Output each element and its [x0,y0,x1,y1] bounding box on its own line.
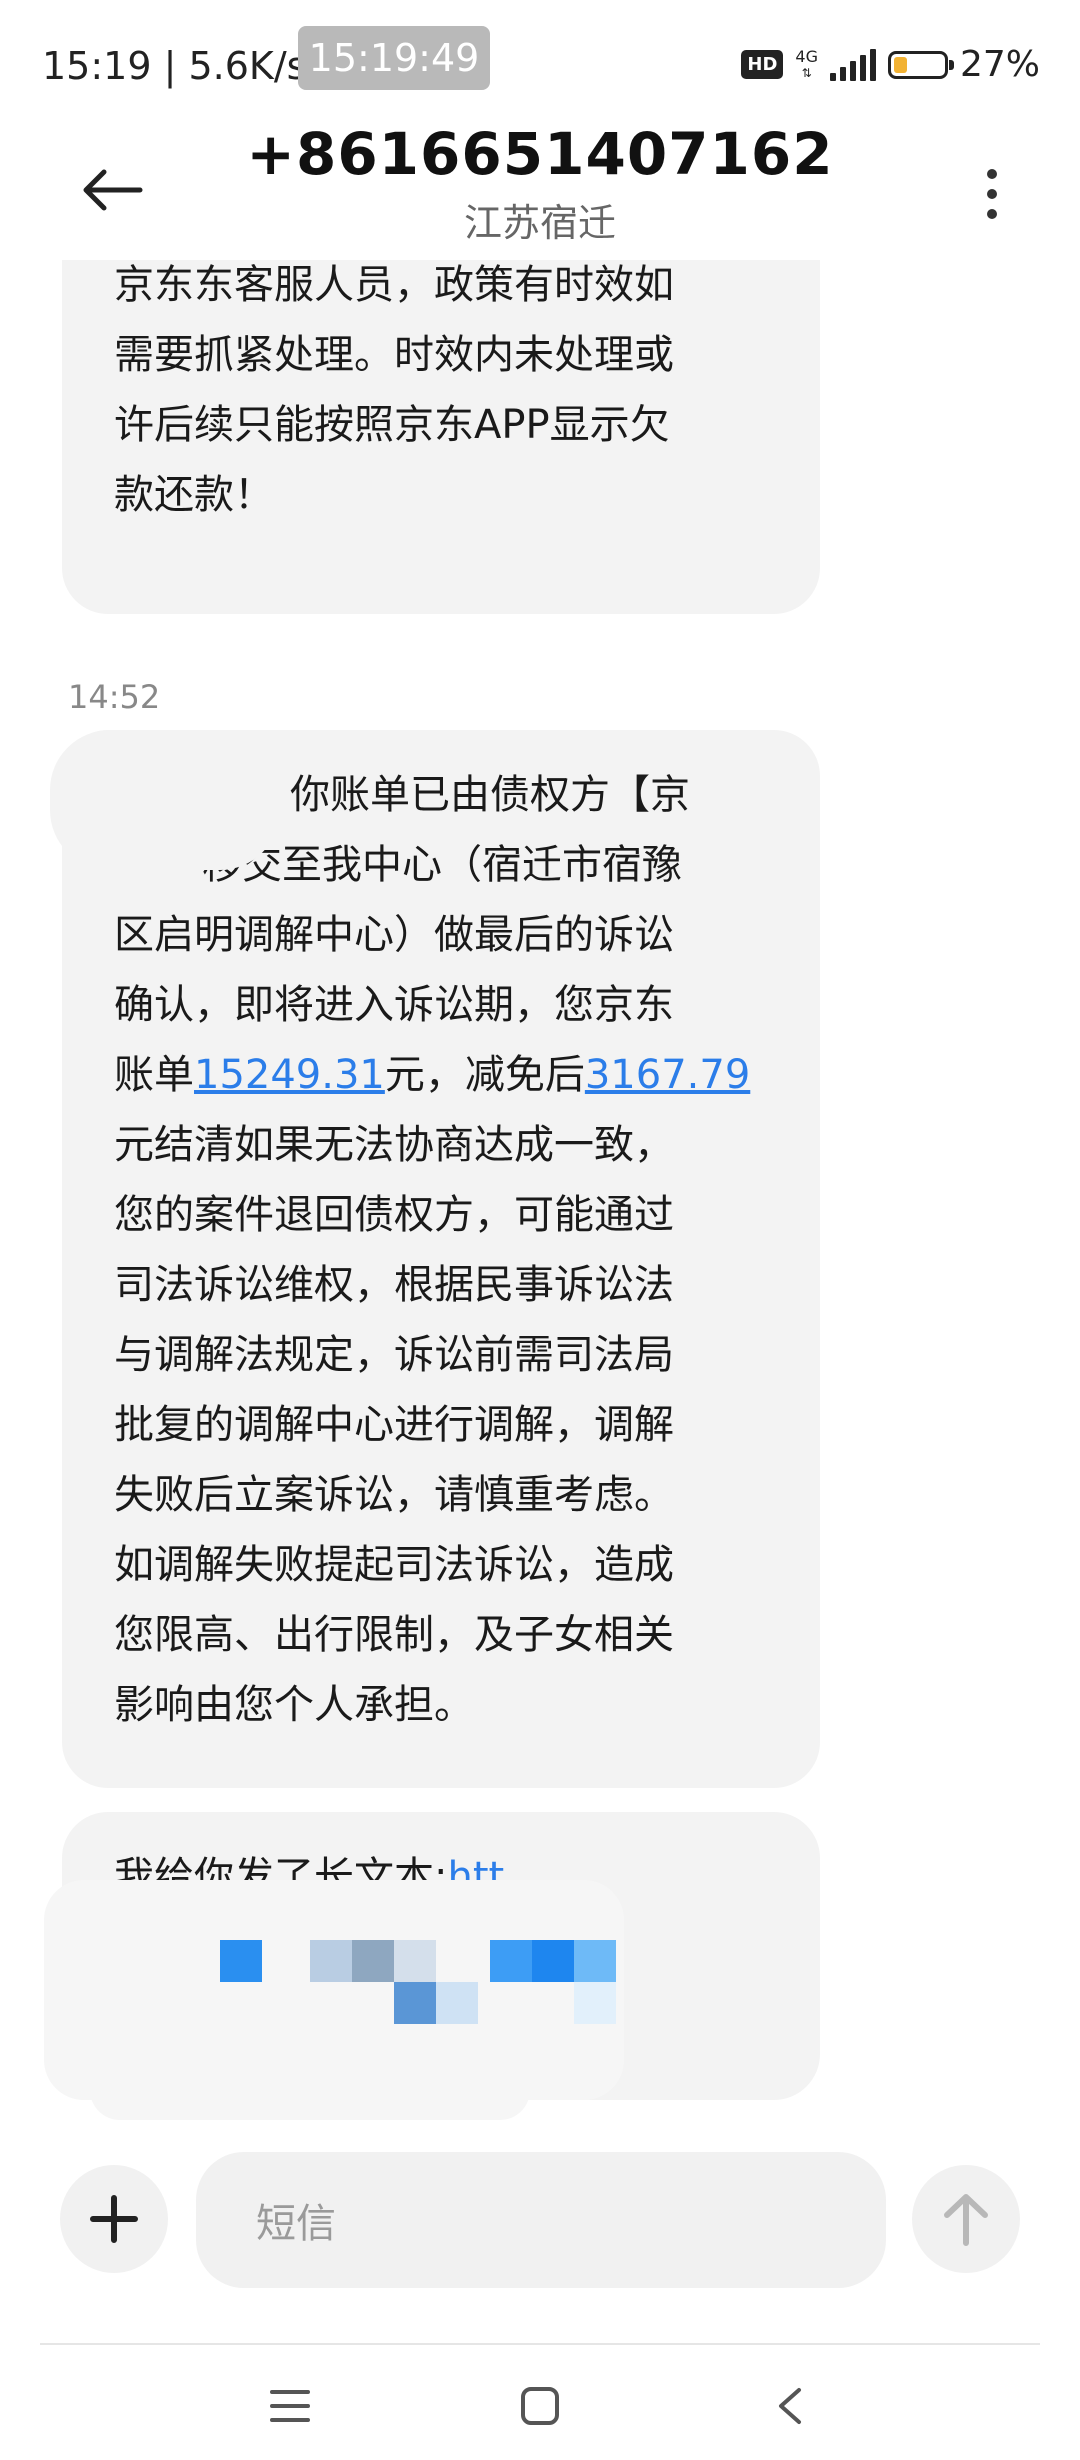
message-list[interactable]: 京东东客服人员，政策有时效如 需要抓紧处理。时效内未处理或 许后续只能按照京东A… [0,260,1080,2130]
message-line: 您限高、出行限制，及子女相关 [114,1612,674,1658]
message-line: 需要抓紧处理。时效内未处理或 [114,332,674,378]
network-icon: 4G ⇅ [795,46,818,80]
amount-link[interactable]: 3167.79 [585,1052,750,1098]
message-line: 许后续只能按照京东APP显示欠 [114,402,670,448]
add-attachment-button[interactable] [60,2165,168,2273]
battery-percent: 27% [959,44,1040,85]
nav-menu-button[interactable] [250,2366,330,2446]
message-bubble[interactable]: 京东东客服人员，政策有时效如 需要抓紧处理。时效内未处理或 许后续只能按照京东A… [62,260,820,614]
message-line: 您的案件退回债权方，可能通过 [114,1192,674,1238]
status-icons: HD 4G ⇅ 27% [741,44,1040,85]
message-line: 京东东客服人员，政策有时效如 [114,262,674,308]
time-chip: 15:19:49 [298,26,490,90]
more-options-button[interactable] [962,154,1022,234]
contact-location: 江苏宿迁 [463,201,616,245]
message-line: 影响由您个人承担。 [114,1682,474,1728]
signal-icon [829,48,876,81]
status-bar: 15:19 | 5.6K/s 15:19:49 HD 4G ⇅ 27% [0,0,1080,130]
battery-fill [893,56,907,73]
network-label: 4G [795,46,818,66]
system-nav-bar [0,2346,1080,2460]
message-line: 元结清如果无法协商达成一致， [114,1122,674,1168]
message-line: 区启明调解中心）做最后的诉讼 [114,912,674,958]
message-line: 如调解失败提起司法诉讼，造成 [114,1542,674,1588]
divider [40,2343,1040,2345]
hd-icon: HD [741,50,784,79]
message-line: 确认，即将进入诉讼期，您京东 [114,982,674,1028]
nav-home-button[interactable] [500,2366,580,2446]
message-line: 司法诉讼维权，根据民事诉讼法 [114,1262,674,1308]
plus-icon [90,2195,138,2243]
conversation-header: +8616651407162 江苏宿迁 [0,120,1080,260]
message-line: 失败后立案诉讼，请慎重考虑。 [114,1472,674,1518]
home-square-icon [521,2387,559,2425]
sms-input[interactable]: 短信 [196,2152,886,2288]
contact-number: +8616651407162 [246,120,834,188]
more-vert-icon [987,169,997,179]
message-timestamp: 14:52 [68,678,161,716]
nav-back-button[interactable] [750,2366,830,2446]
send-arrow-up-icon [944,2194,988,2246]
redaction-blob [120,840,200,890]
status-time-speed: 15:19 | 5.6K/s [42,44,307,88]
message-line: 款还款！ [114,472,274,518]
battery-icon [887,50,954,79]
send-button[interactable] [912,2165,1020,2273]
amount-link[interactable]: 15249.31 [194,1052,385,1098]
message-line: 与调解法规定，诉讼前需司法局 [114,1332,674,1378]
sms-input-placeholder: 短信 [256,2201,336,2247]
message-line: 批复的调解中心进行调解，调解 [114,1402,674,1448]
message-line: 账单15249.31元，减免后3167.79 [114,1052,751,1098]
menu-icon [270,2390,310,2422]
nav-back-icon [779,2388,801,2424]
